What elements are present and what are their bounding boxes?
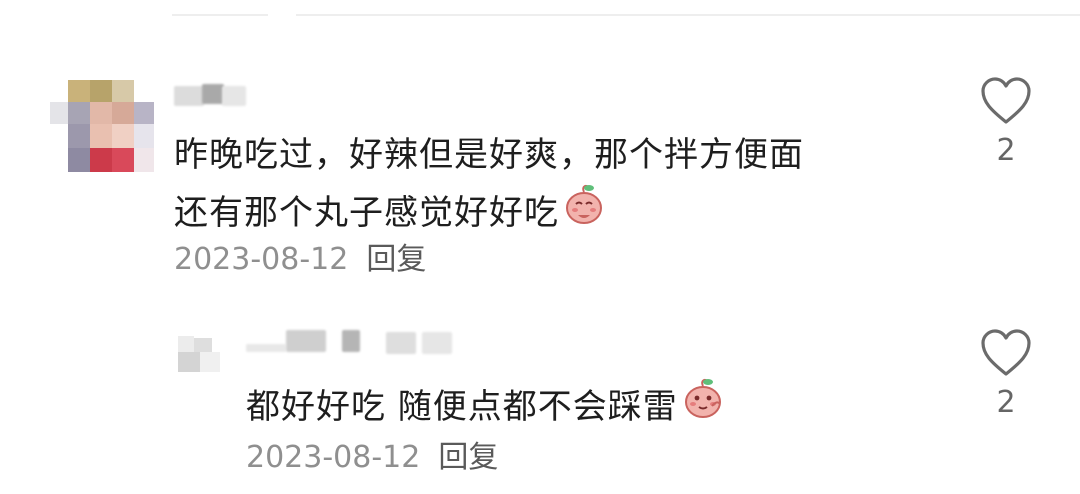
comment-date: 2023-08-12 [246, 440, 421, 475]
comment-text: 都好好吃 随便点都不会踩雷 [246, 378, 726, 438]
peach-emoji-icon [680, 374, 726, 438]
heart-outline-icon [981, 329, 1031, 376]
reply-comment-item: 都好好吃 随便点都不会踩雷 2023-08-12 回复 2 [0, 0, 1080, 494]
comment-text-line: 都好好吃 随便点都不会踩雷 [246, 378, 726, 438]
username[interactable] [246, 326, 476, 356]
avatar[interactable] [178, 336, 226, 374]
reply-button[interactable]: 回复 [438, 440, 498, 475]
like-button[interactable]: 2 [976, 328, 1036, 420]
like-count: 2 [996, 385, 1016, 420]
comment-meta: 2023-08-12 回复 [246, 438, 498, 478]
